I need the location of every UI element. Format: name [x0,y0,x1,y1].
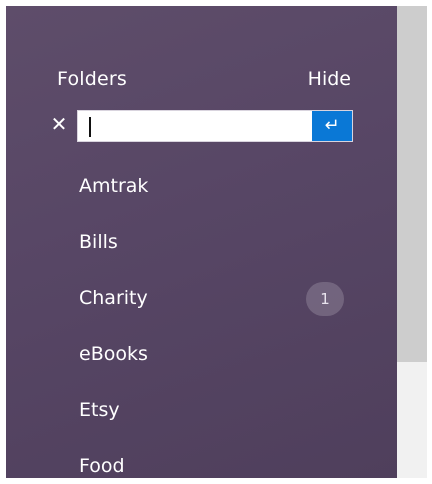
folders-title: Folders [57,68,128,90]
new-folder-input-box[interactable]: ↵ [77,110,353,142]
unread-count-badge: 1 [306,282,344,316]
scrollbar-track[interactable] [397,6,427,478]
folder-item-bills[interactable]: Bills [6,218,397,274]
new-folder-row: ✕ ↵ [6,104,397,146]
folder-item-food[interactable]: Food [6,442,397,478]
folder-label: eBooks [79,343,148,365]
hide-button[interactable]: Hide [308,64,351,94]
folder-item-etsy[interactable]: Etsy [6,386,397,442]
new-folder-name-input[interactable] [82,113,312,141]
folder-item-ebooks[interactable]: eBooks [6,330,397,386]
folder-label: Bills [79,231,118,253]
folder-label: Amtrak [79,175,149,197]
folder-list: Amtrak Bills Charity 1 eBooks Etsy Food [6,162,397,478]
folder-item-charity[interactable]: Charity 1 [6,274,397,330]
enter-icon[interactable]: ↵ [312,111,352,141]
folder-pane: Folders Hide ✕ ↵ Amtrak Bills Charity 1 [6,6,397,478]
text-caret [89,117,91,137]
folder-pane-header: Folders Hide [6,64,397,94]
close-icon[interactable]: ✕ [50,112,68,136]
scrollbar-thumb[interactable] [397,6,427,362]
folder-item-amtrak[interactable]: Amtrak [6,162,397,218]
folder-label: Food [79,455,125,477]
window: Folders Hide ✕ ↵ Amtrak Bills Charity 1 [0,0,432,484]
folder-label: Etsy [79,399,120,421]
folder-label: Charity [79,287,148,309]
